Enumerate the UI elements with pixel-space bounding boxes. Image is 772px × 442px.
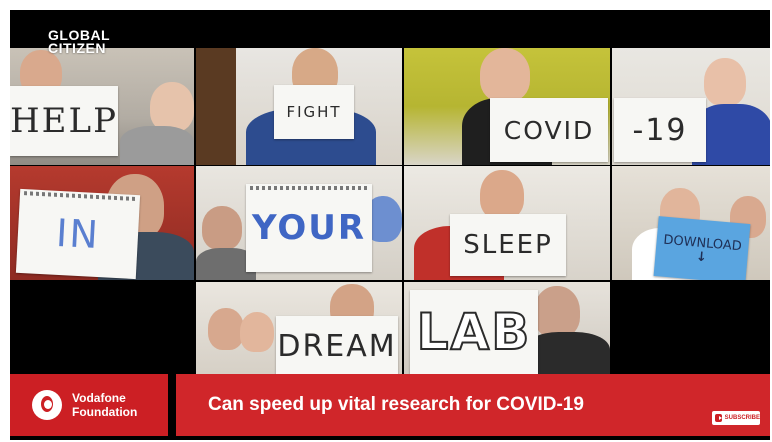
vodafone-logo-icon xyxy=(32,390,62,420)
video-tile-your: YOUR xyxy=(196,166,402,280)
youtube-play-icon xyxy=(715,414,722,422)
sign-sleep: SLEEP xyxy=(450,214,566,276)
screenshot-frame: HELP FIGHT COVID -19 IN YOUR SLEEP DOWNL… xyxy=(0,0,772,442)
sign-in: IN xyxy=(15,188,141,280)
brand-line-1: Vodafone xyxy=(72,391,126,405)
sign-download: DOWNLOAD ↓ xyxy=(653,216,751,280)
subscribe-label: SUBSCRIBE xyxy=(724,415,760,421)
sign-lab: LAB xyxy=(410,290,538,374)
video-tile-dream: DREAM xyxy=(196,282,402,374)
sign-dream: DREAM xyxy=(276,316,398,374)
sign-covid: COVID xyxy=(490,98,608,162)
video-tile-19: -19 xyxy=(612,48,770,165)
video-tile-in: IN xyxy=(10,166,194,280)
video-tile-help: HELP xyxy=(10,48,194,165)
video-tile-sleep: SLEEP xyxy=(404,166,610,280)
sign-help: HELP xyxy=(10,86,118,156)
video-tile-download: DOWNLOAD ↓ xyxy=(612,166,770,280)
brand-text: Vodafone Foundation xyxy=(72,391,137,419)
video-tile-covid: COVID xyxy=(404,48,610,165)
video-tile-fight: FIGHT xyxy=(196,48,402,165)
logo-line-2: CITIZEN xyxy=(48,40,106,56)
vodafone-foundation-badge: Vodafone Foundation xyxy=(10,374,168,436)
video-tile-lab: LAB xyxy=(404,282,610,374)
caption-banner: Can speed up vital research for COVID-19 xyxy=(176,374,770,436)
brand-line-2: Foundation xyxy=(72,405,138,419)
sign-fight: FIGHT xyxy=(274,85,354,139)
sign-19: -19 xyxy=(614,98,706,162)
subscribe-button[interactable]: SUBSCRIBE xyxy=(712,411,760,425)
caption-text: Can speed up vital research for COVID-19 xyxy=(208,394,584,415)
global-citizen-logo: GLOBAL CITIZEN xyxy=(48,28,110,56)
sign-your: YOUR xyxy=(246,184,372,272)
arrow-down-icon: ↓ xyxy=(695,249,708,266)
